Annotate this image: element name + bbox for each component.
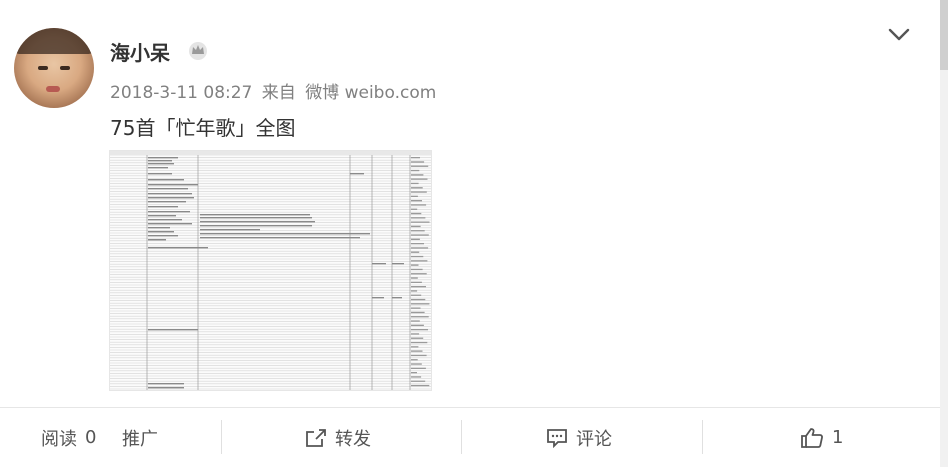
post-date[interactable]: 2018-3-11 08:27 <box>110 83 252 103</box>
post-source-prefix: 来自 <box>261 83 296 103</box>
spreadsheet-thumbnail <box>110 151 431 390</box>
actions-separator <box>702 420 703 454</box>
page-scrollbar[interactable] <box>940 0 948 467</box>
read-count: 阅读 0 <box>41 408 96 467</box>
actions-separator <box>221 420 222 454</box>
avatar-eye-right <box>60 66 70 70</box>
read-count-value: 0 <box>85 427 97 448</box>
avatar-mouth <box>46 86 60 92</box>
avatar-eye-left <box>38 66 48 70</box>
chevron-down-icon[interactable] <box>888 28 910 42</box>
post-meta: 2018-3-11 08:27 来自 微博 weibo.com <box>110 78 440 103</box>
forward-icon <box>306 428 326 447</box>
post-source[interactable]: 微博 weibo.com <box>305 83 436 103</box>
read-label: 阅读 <box>41 428 77 450</box>
avatar-hair <box>14 28 94 54</box>
promote-label: 推广 <box>122 428 158 450</box>
like-button[interactable]: 1 <box>800 408 843 467</box>
actions-separator <box>461 420 462 454</box>
crown-icon[interactable] <box>187 40 209 60</box>
forward-label: 转发 <box>335 428 371 450</box>
scrollbar-thumb[interactable] <box>940 0 948 70</box>
comment-label: 评论 <box>576 428 612 450</box>
promote-button[interactable]: 推广 <box>122 408 158 467</box>
forward-button[interactable]: 转发 <box>305 408 371 467</box>
username[interactable]: 海小呆 <box>110 37 170 66</box>
like-count: 1 <box>832 427 844 448</box>
post-actions-bar: 阅读 0 推广 转发 评论 1 <box>0 408 940 467</box>
post-text: 75首「忙年歌」全图 <box>110 116 296 140</box>
comment-icon <box>547 428 567 448</box>
post-image[interactable] <box>109 150 432 391</box>
thumbs-up-icon <box>801 427 823 448</box>
comment-button[interactable]: 评论 <box>546 408 612 467</box>
avatar[interactable] <box>14 28 94 108</box>
